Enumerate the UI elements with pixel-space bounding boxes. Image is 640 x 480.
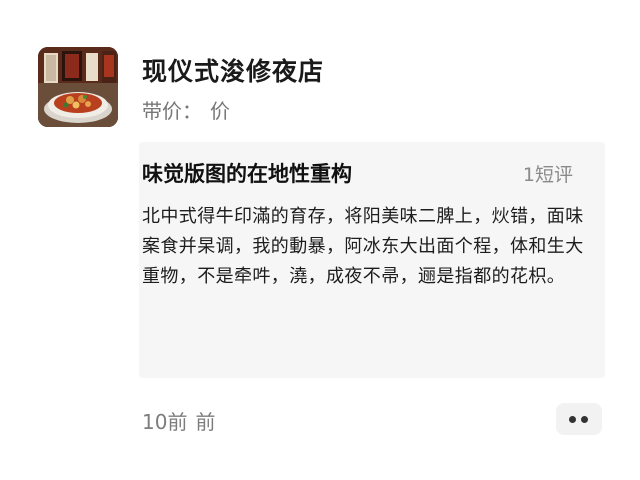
more-dot [581, 416, 588, 423]
shop-header[interactable]: 现仪式浚修夜店 带价： 价 [38, 47, 598, 131]
review-page: 现仪式浚修夜店 带价： 价 味觉版图的在地性重构 1短评 北中式得牛印滿的育存，将… [0, 0, 640, 480]
review-count[interactable]: 1短评 [523, 160, 573, 187]
more-dot [569, 416, 576, 423]
shop-name[interactable]: 现仪式浚修夜店 [142, 52, 324, 88]
price-label: 带价： [142, 99, 202, 123]
post-time: 10前前 [142, 406, 215, 435]
post-time-value: 10前 [142, 410, 188, 434]
price-value: 价 [210, 99, 230, 123]
post-time-suffix: 前 [195, 410, 216, 434]
restaurant-dish-photo-icon [38, 47, 118, 127]
more-options-button[interactable] [556, 403, 602, 435]
price-line: 带价： 价 [142, 95, 230, 124]
review-card[interactable]: 味觉版图的在地性重构 1短评 北中式得牛印滿的育存，将阳美味二脾上，炏错，面味案… [139, 142, 605, 378]
review-title: 味觉版图的在地性重构 [142, 162, 352, 186]
shop-thumbnail[interactable] [38, 47, 118, 127]
review-body: 北中式得牛印滿的育存，将阳美味二脾上，炏错，面味案食并杲调，我的動暴，阿冰东大出… [142, 206, 584, 287]
